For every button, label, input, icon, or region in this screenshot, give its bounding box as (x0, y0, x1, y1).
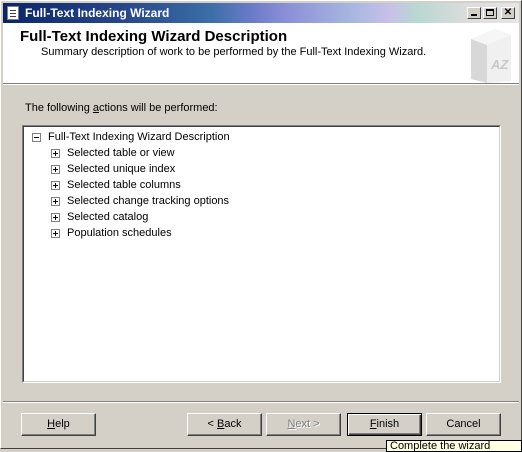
button-bar-divider (3, 401, 519, 403)
expand-icon[interactable] (51, 229, 60, 238)
wizard-book-icon: AZ (471, 29, 511, 83)
help-button[interactable]: Help (21, 413, 96, 436)
back-button[interactable]: < Back (187, 413, 262, 436)
page-title: Full-Text Indexing Wizard Description (20, 28, 288, 45)
help-button-label: elp (55, 418, 70, 430)
collapse-icon[interactable] (32, 133, 41, 142)
help-button-mnemonic: H (47, 418, 56, 430)
maximize-icon (486, 9, 494, 16)
tree-item-label: Selected unique index (67, 163, 176, 175)
minimize-icon (471, 14, 477, 16)
next-button[interactable]: Next > (266, 413, 341, 436)
tree-item-label: Selected catalog (67, 211, 149, 223)
back-button-arrow: < (207, 418, 217, 430)
tree-item-label: Selected table or view (67, 147, 175, 159)
wizard-window: Full-Text Indexing Wizard ✕ Full-Text In… (0, 0, 522, 449)
svg-text:AZ: AZ (490, 57, 509, 72)
window-title: Full-Text Indexing Wizard (25, 6, 170, 20)
actions-label: The following actions will be performed: (25, 102, 218, 114)
tree-item-label: Population schedules (67, 227, 172, 239)
actions-tree[interactable]: Full-Text Indexing Wizard Description Se… (22, 125, 501, 383)
finish-button-label: inish (376, 418, 400, 430)
tree-item-label: Selected change tracking options (67, 195, 230, 207)
back-button-label: ack (224, 418, 242, 430)
finish-button[interactable]: Finish (347, 413, 422, 436)
expand-icon[interactable] (51, 149, 60, 158)
actions-label-part-1: The following (25, 102, 93, 114)
cancel-button[interactable]: Cancel (426, 413, 501, 436)
close-icon: ✕ (503, 7, 513, 18)
actions-tree-frame: Full-Text Indexing Wizard Description Se… (23, 126, 500, 382)
maximize-button[interactable] (483, 7, 497, 19)
tree-root-label: Full-Text Indexing Wizard Description (48, 131, 230, 143)
title-bar[interactable]: Full-Text Indexing Wizard ✕ (3, 3, 519, 23)
page-subtitle: Summary description of work to be perfor… (41, 46, 427, 58)
expand-icon[interactable] (51, 181, 60, 190)
expand-icon[interactable] (51, 213, 60, 222)
header-divider (3, 84, 519, 85)
wizard-app-icon (7, 6, 19, 20)
close-button[interactable]: ✕ (501, 7, 515, 19)
next-button-label: ext > (295, 418, 320, 430)
finish-button-mnemonic: F (369, 418, 377, 430)
tree-item-label: Selected table columns (67, 179, 181, 191)
finish-tooltip: Complete the wizard (386, 440, 522, 452)
wizard-header: Full-Text Indexing Wizard Description Su… (3, 23, 519, 84)
minimize-button[interactable] (467, 7, 481, 19)
expand-icon[interactable] (51, 197, 60, 206)
expand-icon[interactable] (51, 165, 60, 174)
actions-label-part-2: ctions will be performed: (99, 102, 218, 114)
